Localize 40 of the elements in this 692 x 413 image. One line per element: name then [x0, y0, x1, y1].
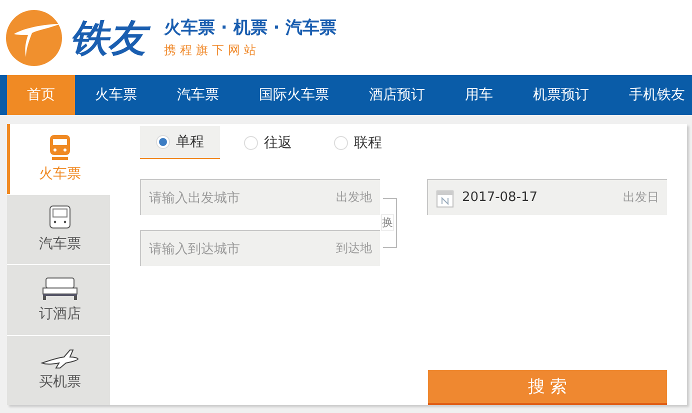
nav-item[interactable]: 汽车票: [157, 75, 239, 115]
trip-type-label: 往返: [264, 134, 292, 152]
trip-type-tab[interactable]: 联程: [310, 126, 400, 160]
radio-button[interactable]: [334, 136, 348, 150]
date-value: 2017-08-17: [462, 190, 539, 206]
sidebar-label: 订酒店: [39, 304, 81, 323]
logo-icon: [6, 10, 62, 66]
placeholder-text: 请输入出发城市: [149, 190, 241, 207]
bed-icon: [42, 276, 78, 301]
trip-type-tab[interactable]: 单程: [140, 126, 220, 160]
sidebar-label: 火车票: [39, 164, 81, 183]
sidebar-label: 汽车票: [39, 235, 81, 254]
sidebar-tab[interactable]: 订酒店: [7, 265, 110, 334]
field-tag: 出发地: [336, 189, 372, 206]
placeholder-text: 请输入到达城市: [149, 240, 241, 258]
calendar-icon: [436, 188, 454, 208]
trip-type-label: 联程: [354, 134, 382, 152]
logo-tagline: 火车票 · 机票 · 汽车票: [164, 17, 337, 39]
field-tag: 到达地: [336, 240, 372, 258]
radio-button[interactable]: [244, 136, 258, 150]
radio-button[interactable]: [156, 135, 170, 150]
nav-item[interactable]: 火车票: [75, 75, 157, 115]
nav-item[interactable]: 酒店预订: [349, 75, 445, 115]
nav-item[interactable]: 国际火车票: [239, 75, 349, 115]
bus-icon: [49, 205, 71, 232]
field-tag: 出发日: [623, 189, 659, 206]
swap-button[interactable]: 换: [381, 214, 394, 232]
sidebar-label: 买机票: [39, 373, 81, 392]
trip-type-label: 单程: [176, 133, 204, 152]
sidebar-tab[interactable]: 汽车票: [7, 194, 110, 264]
nav-item[interactable]: 用车: [445, 75, 513, 115]
train-icon: [48, 134, 72, 161]
trip-type-tab[interactable]: 往返: [220, 126, 310, 160]
airplane-icon: [40, 349, 80, 370]
nav-item[interactable]: 手机铁友: [609, 75, 692, 115]
logo-name: 铁友: [68, 14, 152, 62]
nav-item[interactable]: 机票预订: [513, 75, 609, 115]
sidebar-tab[interactable]: 买机票: [7, 336, 110, 405]
date-field[interactable]: 2017-08-17 出发日: [427, 179, 667, 216]
logo-subtitle: 携程旗下网站: [164, 42, 261, 59]
